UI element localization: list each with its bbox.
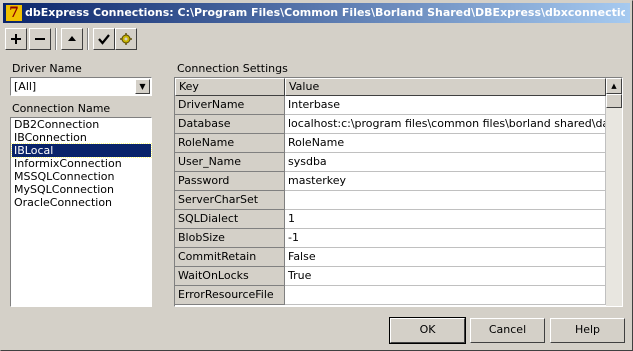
settings-grid[interactable]: Key Value DriverName Interbase Database … — [174, 77, 623, 307]
toolbar-separator — [55, 28, 57, 50]
move-up-button[interactable] — [61, 28, 83, 50]
table-row[interactable]: Database localhost:c:\program files\comm… — [175, 115, 606, 134]
list-item[interactable]: InformixConnection — [12, 157, 151, 170]
table-row[interactable]: CommitRetain False — [175, 248, 606, 267]
setting-value[interactable]: -1 — [285, 229, 606, 248]
add-connection-button[interactable] — [5, 28, 27, 50]
setting-value[interactable] — [285, 286, 606, 305]
connection-list[interactable]: DB2Connection IBConnection IBLocal Infor… — [10, 117, 152, 307]
table-row[interactable]: RoleName RoleName — [175, 134, 606, 153]
test-connection-button[interactable] — [93, 28, 115, 50]
table-row[interactable]: WaitOnLocks True — [175, 267, 606, 286]
toolbar-separator — [87, 28, 89, 50]
triangle-up-icon — [68, 36, 76, 41]
list-item[interactable]: MySQLConnection — [12, 183, 151, 196]
table-row[interactable]: BlobSize -1 — [175, 229, 606, 248]
setting-key: RoleName — [175, 134, 285, 153]
title-bar[interactable]: 7 dbExpress Connections: C:\Program File… — [3, 3, 630, 23]
setting-value[interactable]: localhost:c:\program files\common files\… — [285, 115, 606, 134]
ok-button-label: OK — [419, 323, 436, 336]
list-item-selected[interactable]: IBLocal — [11, 143, 152, 158]
driver-settings-button[interactable] — [115, 28, 137, 50]
gear-icon — [120, 33, 132, 45]
driver-name-combo[interactable]: [All] ▼ — [10, 77, 152, 96]
connection-name-label: Connection Name — [12, 102, 111, 115]
setting-key: User_Name — [175, 153, 285, 172]
list-item[interactable]: MSSQLConnection — [12, 170, 151, 183]
plus-icon — [11, 34, 21, 44]
help-button[interactable]: Help — [550, 318, 625, 343]
app-icon: 7 — [6, 5, 22, 21]
setting-value[interactable]: RoleName — [285, 134, 606, 153]
table-row[interactable]: SQLDialect 1 — [175, 210, 606, 229]
table-row[interactable]: ErrorResourceFile — [175, 286, 606, 305]
column-header-value[interactable]: Value — [285, 78, 606, 96]
scroll-thumb[interactable] — [606, 94, 622, 108]
grid-body: DriverName Interbase Database localhost:… — [175, 96, 606, 305]
help-button-label: Help — [574, 323, 601, 336]
setting-value[interactable]: True — [285, 267, 606, 286]
setting-value[interactable]: sysdba — [285, 153, 606, 172]
setting-value[interactable] — [285, 191, 606, 210]
checkmark-icon — [98, 34, 110, 45]
scroll-up-button[interactable]: ▲ — [606, 78, 622, 94]
ok-button[interactable]: OK — [389, 317, 466, 344]
column-header-key[interactable]: Key — [175, 78, 285, 96]
remove-connection-button[interactable] — [29, 28, 51, 50]
setting-key: CommitRetain — [175, 248, 285, 267]
setting-key: Database — [175, 115, 285, 134]
setting-key: SQLDialect — [175, 210, 285, 229]
table-row[interactable]: ServerCharSet — [175, 191, 606, 210]
setting-key: Password — [175, 172, 285, 191]
list-item[interactable]: IBConnection — [12, 131, 151, 144]
setting-value[interactable]: 1 — [285, 210, 606, 229]
table-row[interactable]: DriverName Interbase — [175, 96, 606, 115]
triangle-up-icon: ▲ — [611, 82, 617, 90]
table-row[interactable]: Password masterkey — [175, 172, 606, 191]
setting-key: BlobSize — [175, 229, 285, 248]
driver-name-value: [All] — [14, 80, 37, 93]
setting-key: ErrorResourceFile — [175, 286, 285, 305]
minus-icon — [35, 38, 45, 40]
setting-key: DriverName — [175, 96, 285, 115]
setting-value[interactable]: False — [285, 248, 606, 267]
vertical-scrollbar[interactable]: ▲ — [606, 78, 622, 306]
setting-key: WaitOnLocks — [175, 267, 285, 286]
setting-value[interactable]: masterkey — [285, 172, 606, 191]
cancel-button[interactable]: Cancel — [470, 318, 545, 343]
combo-dropdown-button[interactable]: ▼ — [135, 79, 150, 94]
setting-value[interactable]: Interbase — [285, 96, 606, 115]
table-row[interactable]: User_Name sysdba — [175, 153, 606, 172]
setting-key: ServerCharSet — [175, 191, 285, 210]
list-item[interactable]: OracleConnection — [12, 196, 151, 209]
window-title: dbExpress Connections: C:\Program Files\… — [25, 6, 625, 19]
grid-header: Key Value — [175, 78, 606, 96]
driver-name-label: Driver Name — [12, 62, 82, 75]
chevron-down-icon: ▼ — [139, 82, 146, 91]
dbexpress-connections-window: 7 dbExpress Connections: C:\Program File… — [0, 0, 633, 351]
list-item[interactable]: DB2Connection — [12, 118, 151, 131]
connection-settings-label: Connection Settings — [177, 62, 288, 75]
cancel-button-label: Cancel — [488, 323, 527, 336]
